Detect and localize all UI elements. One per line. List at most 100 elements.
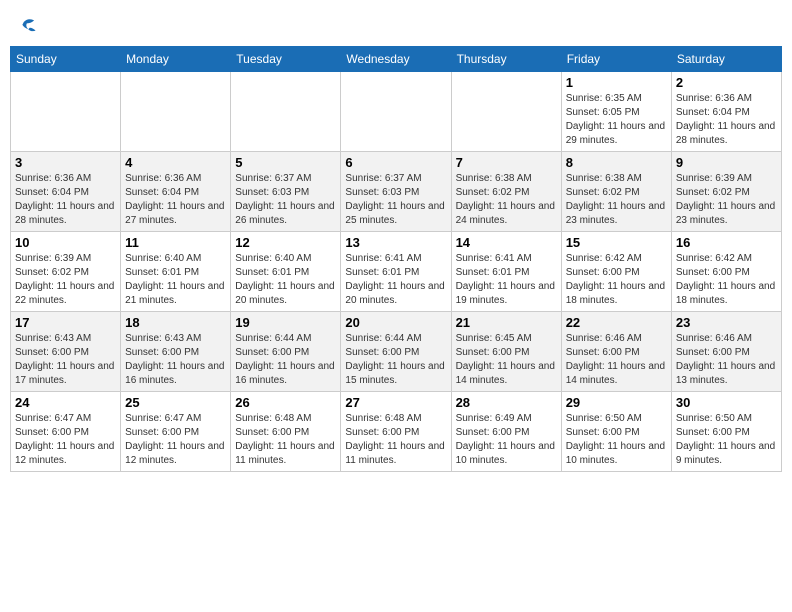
day-number: 9 xyxy=(676,155,777,170)
calendar-day-cell xyxy=(11,71,121,151)
calendar-day-cell: 25 Sunrise: 6:47 AM Sunset: 6:00 PM Dayli… xyxy=(121,391,231,471)
calendar-day-cell: 21 Sunrise: 6:45 AM Sunset: 6:00 PM Dayli… xyxy=(451,311,561,391)
day-info: Sunrise: 6:47 AM Sunset: 6:00 PM Dayligh… xyxy=(15,412,116,468)
calendar-day-cell: 30 Sunrise: 6:50 AM Sunset: 6:00 PM Dayli… xyxy=(671,391,781,471)
day-number: 24 xyxy=(15,395,116,410)
day-number: 30 xyxy=(676,395,777,410)
day-number: 26 xyxy=(235,395,336,410)
day-number: 20 xyxy=(345,315,446,330)
calendar-day-cell: 27 Sunrise: 6:48 AM Sunset: 6:00 PM Dayli… xyxy=(341,391,451,471)
day-info: Sunrise: 6:44 AM Sunset: 6:00 PM Dayligh… xyxy=(345,332,446,388)
calendar-week-row: 24 Sunrise: 6:47 AM Sunset: 6:00 PM Dayli… xyxy=(11,391,782,471)
day-number: 15 xyxy=(566,235,667,250)
calendar-day-cell: 5 Sunrise: 6:37 AM Sunset: 6:03 PM Daylig… xyxy=(231,151,341,231)
day-number: 21 xyxy=(456,315,557,330)
day-info: Sunrise: 6:43 AM Sunset: 6:00 PM Dayligh… xyxy=(125,332,226,388)
calendar-day-cell: 17Sunrise: 6:43 AM Sunset: 6:00 PM Dayli… xyxy=(11,311,121,391)
day-info: Sunrise: 6:48 AM Sunset: 6:00 PM Dayligh… xyxy=(235,412,336,468)
day-of-week-header: Tuesday xyxy=(231,46,341,71)
day-number: 25 xyxy=(125,395,226,410)
calendar-day-cell: 1 Sunrise: 6:35 AM Sunset: 6:05 PM Daylig… xyxy=(561,71,671,151)
day-number: 7 xyxy=(456,155,557,170)
day-info: Sunrise: 6:50 AM Sunset: 6:00 PM Dayligh… xyxy=(676,412,777,468)
day-info: Sunrise: 6:41 AM Sunset: 6:01 PM Dayligh… xyxy=(345,252,446,308)
day-of-week-header: Sunday xyxy=(11,46,121,71)
calendar-day-cell: 26 Sunrise: 6:48 AM Sunset: 6:00 PM Dayli… xyxy=(231,391,341,471)
day-number: 16 xyxy=(676,235,777,250)
day-info: Sunrise: 6:37 AM Sunset: 6:03 PM Dayligh… xyxy=(345,172,446,228)
calendar-day-cell: 2 Sunrise: 6:36 AM Sunset: 6:04 PM Daylig… xyxy=(671,71,781,151)
day-number: 4 xyxy=(125,155,226,170)
day-info: Sunrise: 6:44 AM Sunset: 6:00 PM Dayligh… xyxy=(235,332,336,388)
day-number: 18 xyxy=(125,315,226,330)
day-number: 14 xyxy=(456,235,557,250)
day-info: Sunrise: 6:36 AM Sunset: 6:04 PM Dayligh… xyxy=(125,172,226,228)
calendar-day-cell: 12Sunrise: 6:40 AM Sunset: 6:01 PM Dayli… xyxy=(231,231,341,311)
day-info: Sunrise: 6:35 AM Sunset: 6:05 PM Dayligh… xyxy=(566,92,667,148)
day-number: 5 xyxy=(235,155,336,170)
page-header xyxy=(10,10,782,38)
day-number: 3 xyxy=(15,155,116,170)
calendar-header-row: SundayMondayTuesdayWednesdayThursdayFrid… xyxy=(11,46,782,71)
calendar-day-cell: 20 Sunrise: 6:44 AM Sunset: 6:00 PM Dayli… xyxy=(341,311,451,391)
logo xyxy=(15,15,36,38)
day-info: Sunrise: 6:48 AM Sunset: 6:00 PM Dayligh… xyxy=(345,412,446,468)
day-of-week-header: Friday xyxy=(561,46,671,71)
calendar-day-cell: 9 Sunrise: 6:39 AM Sunset: 6:02 PM Daylig… xyxy=(671,151,781,231)
calendar-day-cell: 16 Sunrise: 6:42 AM Sunset: 6:00 PM Dayli… xyxy=(671,231,781,311)
day-info: Sunrise: 6:42 AM Sunset: 6:00 PM Dayligh… xyxy=(566,252,667,308)
calendar-day-cell: 24 Sunrise: 6:47 AM Sunset: 6:00 PM Dayli… xyxy=(11,391,121,471)
day-info: Sunrise: 6:45 AM Sunset: 6:00 PM Dayligh… xyxy=(456,332,557,388)
calendar-day-cell: 4 Sunrise: 6:36 AM Sunset: 6:04 PM Daylig… xyxy=(121,151,231,231)
day-number: 6 xyxy=(345,155,446,170)
day-number: 19 xyxy=(235,315,336,330)
day-number: 11 xyxy=(125,235,226,250)
calendar-week-row: 17 Sunrise: 6:43 AM Sunset: 6:00 PM Dayli… xyxy=(11,311,782,391)
calendar-day-cell: 23 Sunrise: 6:46 AM Sunset: 6:00 PM Dayli… xyxy=(671,311,781,391)
day-info: Sunrise: 6:36 AM Sunset: 6:04 PM Dayligh… xyxy=(676,92,777,148)
day-info: Sunrise: 6:47 AM Sunset: 6:00 PM Dayligh… xyxy=(125,412,226,468)
calendar-day-cell: 18 Sunrise: 6:43 AM Sunset: 6:00 PM Dayli… xyxy=(121,311,231,391)
day-number: 2 xyxy=(676,75,777,90)
day-info: Sunrise: 6:39 AM Sunset: 6:02 PM Dayligh… xyxy=(15,252,116,308)
day-number: 17 xyxy=(15,315,116,330)
calendar-day-cell: 10 Sunrise: 6:39 AM Sunset: 6:02 PM Dayli… xyxy=(11,231,121,311)
calendar-day-cell: 7 Sunrise: 6:38 AM Sunset: 6:02 PM Daylig… xyxy=(451,151,561,231)
day-number: 13 xyxy=(345,235,446,250)
calendar-week-row: 1 Sunrise: 6:35 AM Sunset: 6:05 PM Daylig… xyxy=(11,71,782,151)
day-number: 10 xyxy=(15,235,116,250)
day-number: 1 xyxy=(566,75,667,90)
day-info: Sunrise: 6:46 AM Sunset: 6:00 PM Dayligh… xyxy=(566,332,667,388)
calendar-day-cell: 19 Sunrise: 6:44 AM Sunset: 6:00 PM Dayli… xyxy=(231,311,341,391)
calendar-day-cell: 11 Sunrise: 6:40 AM Sunset: 6:01 PM Dayli… xyxy=(121,231,231,311)
day-of-week-header: Wednesday xyxy=(341,46,451,71)
day-info: Sunrise: 6:37 AM Sunset: 6:03 PM Dayligh… xyxy=(235,172,336,228)
day-info: Sunrise: 6:39 AM Sunset: 6:02 PM Dayligh… xyxy=(676,172,777,228)
day-number: 27 xyxy=(345,395,446,410)
day-info: Sunrise: 6:42 AM Sunset: 6:00 PM Dayligh… xyxy=(676,252,777,308)
day-info: Sunrise: 6:50 AM Sunset: 6:00 PM Dayligh… xyxy=(566,412,667,468)
day-of-week-header: Monday xyxy=(121,46,231,71)
day-number: 8 xyxy=(566,155,667,170)
day-info: Sunrise: 6:41 AM Sunset: 6:01 PM Dayligh… xyxy=(456,252,557,308)
day-number: 12 xyxy=(235,235,336,250)
logo-bird-icon xyxy=(18,16,40,38)
day-number: 28 xyxy=(456,395,557,410)
day-info: Sunrise: 6:40 AM Sunset: 6:01 PM Dayligh… xyxy=(125,252,226,308)
calendar-day-cell: 15 Sunrise: 6:42 AM Sunset: 6:00 PM Dayli… xyxy=(561,231,671,311)
day-info: Sunrise: 6:38 AM Sunset: 6:02 PM Dayligh… xyxy=(456,172,557,228)
day-info: Sunrise: 6:36 AM Sunset: 6:04 PM Dayligh… xyxy=(15,172,116,228)
calendar-day-cell: 22 Sunrise: 6:46 AM Sunset: 6:00 PM Dayli… xyxy=(561,311,671,391)
day-number: 23 xyxy=(676,315,777,330)
calendar-day-cell xyxy=(121,71,231,151)
day-of-week-header: Saturday xyxy=(671,46,781,71)
calendar-day-cell: 13 Sunrise: 6:41 AM Sunset: 6:01 PM Dayli… xyxy=(341,231,451,311)
day-of-week-header: Thursday xyxy=(451,46,561,71)
calendar-week-row: 10 Sunrise: 6:39 AM Sunset: 6:02 PM Dayli… xyxy=(11,231,782,311)
calendar-day-cell: 29Sunrise: 6:50 AM Sunset: 6:00 PM Dayli… xyxy=(561,391,671,471)
calendar-day-cell xyxy=(341,71,451,151)
day-number: 22 xyxy=(566,315,667,330)
calendar-day-cell: 6 Sunrise: 6:37 AM Sunset: 6:03 PM Daylig… xyxy=(341,151,451,231)
day-info: Sunrise: 6:49 AM Sunset: 6:00 PM Dayligh… xyxy=(456,412,557,468)
day-info: Sunrise: 6:46 AM Sunset: 6:00 PM Dayligh… xyxy=(676,332,777,388)
